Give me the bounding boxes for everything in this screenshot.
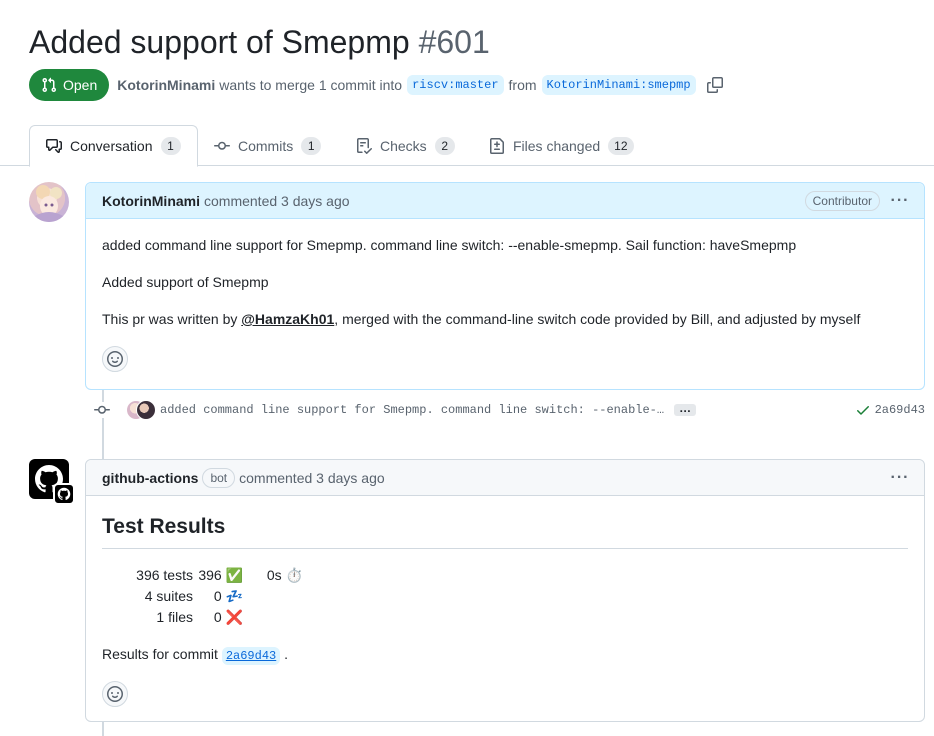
table-row: 4 suites 0 💤	[102, 586, 303, 607]
tab-commits-label: Commits	[238, 137, 294, 154]
comment-discussion-icon	[46, 139, 62, 153]
table-row: 396 tests 396 ✅ 0s ⏱️	[102, 565, 303, 586]
results-label: 4 suites	[144, 588, 193, 604]
pr-title: Added support of Smepmp #601	[29, 22, 490, 62]
comment-header-actions: ···	[891, 469, 909, 486]
anime-avatar-icon	[35, 185, 63, 222]
head-branch[interactable]: KotorinMinami:smepmp	[541, 75, 696, 95]
timeline-commit: added command line support for Smepmp. c…	[94, 398, 925, 422]
comment-body: Test Results 396 tests 396 ✅ 0s ⏱️ 4 sui…	[86, 496, 924, 723]
tab-commits-count: 1	[301, 136, 322, 155]
comment-paragraph: added command line support for Smepmp. c…	[102, 237, 797, 253]
pr-title-text: Added support of Smepmp	[29, 24, 410, 60]
results-commit-line: Results for commit 2a69d43 .	[102, 644, 908, 665]
tab-files-changed-count: 12	[608, 136, 634, 155]
add-reaction-button[interactable]	[102, 681, 128, 707]
kebab-horizontal-icon[interactable]: ···	[891, 192, 909, 209]
results-value: 0 ❌	[213, 609, 243, 625]
contributor-badge: Contributor	[804, 190, 880, 211]
file-diff-icon	[490, 137, 504, 154]
avatar	[136, 400, 156, 420]
checklist-icon	[357, 137, 372, 154]
smiley-icon	[107, 351, 123, 367]
check-icon[interactable]	[855, 402, 871, 418]
avatar-kotorinminami[interactable]	[29, 182, 69, 222]
actions-badge	[53, 483, 75, 505]
merge-info: KotorinMinami wants to merge 1 commit in…	[117, 75, 723, 95]
tab-checks-count: 2	[434, 136, 455, 155]
git-pull-request-icon	[42, 77, 57, 93]
pr-tabs: Conversation 1 Commits 1 Checks 2 Files …	[0, 125, 934, 167]
stopwatch-emoji-icon: ⏱️	[285, 567, 303, 583]
table-row: 1 files 0 ❌	[102, 607, 303, 628]
results-duration	[243, 607, 303, 628]
smiley-icon	[107, 686, 123, 702]
tab-files-changed-label: Files changed	[513, 137, 601, 154]
zzz-emoji-icon: 💤	[225, 588, 243, 604]
comment-timestamp[interactable]: commented 3 days ago	[239, 470, 385, 486]
commit-status: 2a69d43	[855, 402, 925, 418]
expand-commit-button[interactable]: …	[674, 402, 697, 416]
commit-sha-link[interactable]: 2a69d43	[221, 647, 281, 665]
comment-body: added command line support for Smepmp. c…	[86, 219, 924, 388]
results-table: 396 tests 396 ✅ 0s ⏱️ 4 suites 0 💤 1 fil…	[102, 565, 303, 628]
results-duration	[243, 586, 303, 607]
comment-header: github-actions bot commented 3 days ago …	[86, 460, 924, 496]
results-value: 396 ✅	[198, 567, 243, 583]
git-commit-icon	[214, 141, 230, 150]
tab-checks[interactable]: Checks 2	[340, 125, 471, 166]
comment-header-actions: Contributor ···	[804, 190, 909, 211]
comment-header: KotorinMinami commented 3 days ago Contr…	[86, 183, 924, 219]
from-text: from	[508, 77, 537, 93]
base-branch[interactable]: riscv:master	[407, 75, 504, 95]
results-label: 1 files	[156, 609, 193, 625]
results-heading: Test Results	[102, 514, 908, 549]
github-mark-icon	[57, 487, 71, 501]
commit-avatars[interactable]	[126, 400, 158, 420]
avatar-github-actions[interactable]	[29, 459, 75, 505]
tab-conversation-label: Conversation	[70, 138, 153, 154]
results-label: 396 tests	[136, 567, 193, 583]
kebab-horizontal-icon[interactable]: ···	[891, 469, 909, 486]
comment-author[interactable]: github-actions	[102, 470, 198, 486]
bot-badge: bot	[202, 467, 236, 488]
commit-sha-link[interactable]: 2a69d43	[875, 403, 925, 417]
cross-mark-emoji-icon: ❌	[225, 609, 243, 625]
copy-icon[interactable]	[706, 77, 723, 93]
tab-conversation[interactable]: Conversation 1	[29, 125, 198, 167]
pr-meta: Open KotorinMinami wants to merge 1 comm…	[29, 69, 723, 101]
paragraph-text: , merged with the command-line switch co…	[334, 311, 861, 327]
results-duration: 0s ⏱️	[266, 567, 303, 583]
results-value: 0 💤	[213, 588, 243, 604]
tab-conversation-count: 1	[160, 137, 181, 155]
git-commit-icon	[94, 405, 110, 414]
comment-kotorinminami: KotorinMinami commented 3 days ago Contr…	[85, 182, 925, 390]
merge-text: wants to merge 1 commit into	[219, 77, 403, 93]
comment-github-actions: github-actions bot commented 3 days ago …	[85, 459, 925, 722]
paragraph-text: This pr was written by	[102, 311, 242, 327]
check-mark-emoji-icon: ✅	[225, 567, 243, 583]
state-label: Open	[63, 77, 98, 93]
user-mention-link[interactable]: @HamzaKh01	[241, 311, 334, 327]
comment-paragraph: Added support of Smepmp	[102, 274, 269, 290]
comment-paragraph: This pr was written by @HamzaKh01, merge…	[102, 309, 908, 330]
add-reaction-button[interactable]	[102, 346, 128, 372]
pr-author-link[interactable]: KotorinMinami	[117, 77, 215, 93]
comment-author[interactable]: KotorinMinami	[102, 193, 200, 209]
tab-files-changed[interactable]: Files changed 12	[473, 125, 650, 166]
commit-node	[94, 402, 110, 418]
commit-message-link[interactable]: added command line support for Smepmp. c…	[160, 403, 664, 417]
comment-timestamp[interactable]: commented 3 days ago	[204, 193, 350, 209]
period-text: .	[284, 646, 289, 662]
pr-number: #601	[418, 24, 490, 60]
tab-checks-label: Checks	[380, 137, 427, 154]
state-badge: Open	[29, 69, 110, 101]
results-for-text: Results for commit	[102, 646, 218, 662]
tab-commits[interactable]: Commits 1	[198, 125, 337, 166]
